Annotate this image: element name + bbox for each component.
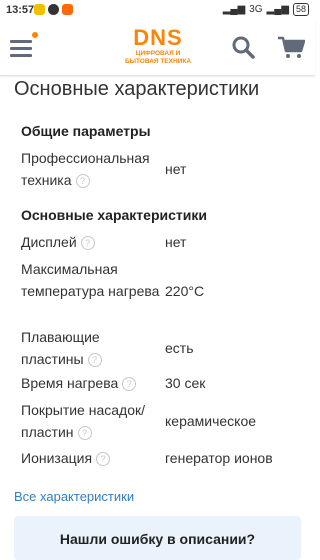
report-error-box[interactable]: Нашли ошибку в описании? <box>14 516 301 560</box>
specs-content: Основные характеристики Общие параметры … <box>0 76 315 560</box>
spec-name: Профессиональная техника? <box>21 150 150 189</box>
logo-subtitle-2: БЫТОВАЯ ТЕХНИКА <box>124 58 192 65</box>
spec-row: Время нагрева? 30 сек <box>21 372 301 394</box>
report-error-text: Нашли ошибку в описании? <box>59 531 256 547</box>
spec-row: Дисплей? нет <box>21 231 301 253</box>
signal-icon: ▂▄▆ <box>222 4 246 15</box>
notification-dot <box>32 32 38 38</box>
menu-icon-bar <box>10 47 32 50</box>
notification-icons <box>34 4 73 15</box>
logo-text: DNS <box>133 25 183 50</box>
spec-name: Дисплей? <box>21 231 161 253</box>
menu-icon-bar <box>10 54 32 57</box>
spec-row: Плавающие пластины? есть <box>21 326 301 370</box>
spec-value: генератор ионов <box>165 450 273 466</box>
app-notification-icon <box>62 4 73 15</box>
spec-row: Ионизация? генератор ионов <box>21 447 301 469</box>
search-icon <box>232 36 255 59</box>
cart-icon <box>278 36 306 58</box>
spec-value: 220°C <box>165 283 205 299</box>
help-icon[interactable]: ? <box>80 236 95 251</box>
spec-value: керамическое <box>165 413 257 429</box>
spec-row: Покрытие насадок/пластин? керамическое <box>21 399 301 443</box>
sms-icon <box>34 4 45 15</box>
spec-name: Плавающие пластины? <box>21 329 102 368</box>
spec-value: нет <box>165 234 187 250</box>
spec-row: Максимальная температура нагрева 220°C <box>21 258 301 302</box>
network-type: 3G <box>249 4 263 15</box>
spec-name: Покрытие насадок/пластин? <box>21 402 146 441</box>
spec-name: Ионизация? <box>21 447 161 469</box>
spec-value: нет <box>165 161 187 177</box>
status-right: ▂▄▆ 3G ▂▄▆ 58 <box>223 3 309 16</box>
signal-icon-2: ▂▄▆ <box>266 4 289 15</box>
menu-button[interactable] <box>10 32 38 58</box>
dns-logo[interactable]: DNS ЦИФРОВАЯ И БЫТОВАЯ ТЕХНИКА <box>112 26 204 70</box>
status-time: 13:57 <box>6 4 35 16</box>
status-bar: 13:57 ▂▄▆ 3G ▂▄▆ 58 <box>0 0 315 20</box>
help-icon[interactable]: ? <box>122 377 137 392</box>
app-header: DNS ЦИФРОВАЯ И БЫТОВАЯ ТЕХНИКА <box>0 20 315 76</box>
battery-icon: 58 <box>292 3 309 16</box>
search-button[interactable] <box>231 35 255 59</box>
page-title: Основные характеристики <box>14 78 260 100</box>
help-icon[interactable]: ? <box>77 426 92 441</box>
spec-row: Профессиональная техника? нет <box>21 147 301 191</box>
help-icon[interactable]: ? <box>96 452 111 467</box>
spec-name: Максимальная температура нагрева <box>21 261 160 299</box>
group-title: Основные характеристики <box>21 207 207 223</box>
cart-button[interactable] <box>277 35 306 59</box>
spec-value: есть <box>165 340 194 356</box>
menu-icon-bar <box>10 40 32 43</box>
help-icon[interactable]: ? <box>75 174 90 189</box>
spec-value: 30 сек <box>165 375 206 391</box>
chat-icon <box>48 4 59 15</box>
all-specs-link[interactable]: Все характеристики <box>14 489 134 504</box>
help-icon[interactable]: ? <box>87 353 102 368</box>
spec-name: Время нагрева? <box>21 372 161 394</box>
group-title: Общие параметры <box>21 123 151 139</box>
logo-subtitle-1: ЦИФРОВАЯ И <box>135 50 181 57</box>
